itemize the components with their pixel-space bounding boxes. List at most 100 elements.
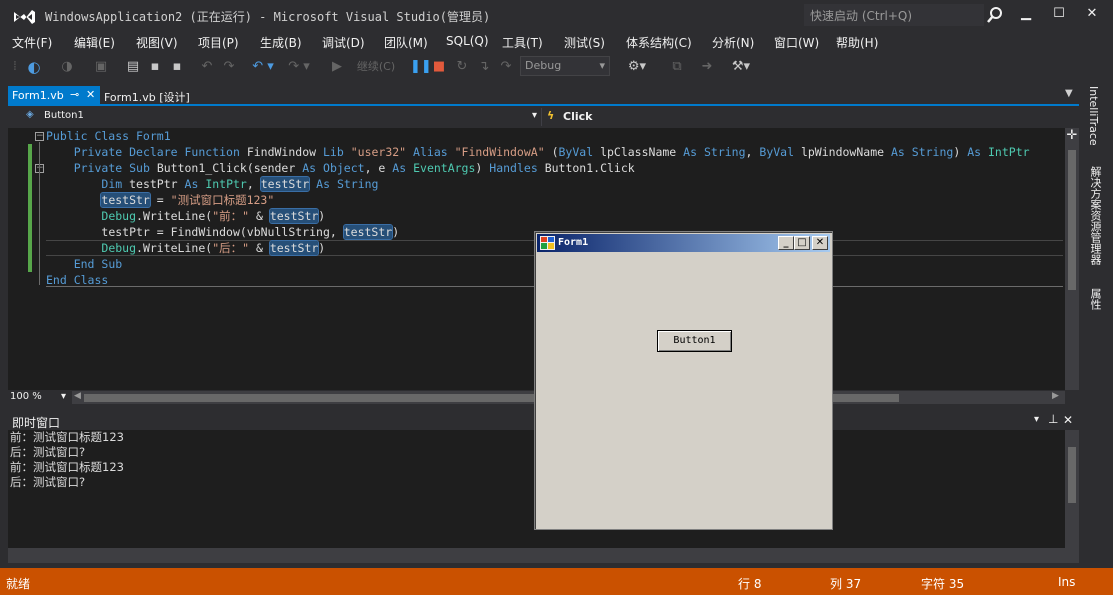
menu-analyze[interactable]: 分析(N) (712, 34, 754, 51)
code-line: testPtr = FindWindow(vbNullString, testS… (101, 224, 400, 240)
configuration-value: Debug (525, 59, 562, 72)
form1-maximize-button[interactable]: □ (794, 236, 810, 250)
tab-form1-design[interactable]: Form1.vb [设计] (104, 89, 190, 105)
status-text: 就绪 (6, 577, 31, 591)
maximize-button[interactable]: ☐ (1045, 4, 1073, 26)
menu-team[interactable]: 团队(M) (384, 34, 428, 51)
intellitrace-tab[interactable]: IntelliTrace (1087, 86, 1100, 146)
toolbar-options-icon[interactable]: ⚒▾ (728, 58, 754, 76)
attach-icon[interactable]: ⧉ (668, 58, 686, 76)
form-app-icon (540, 236, 555, 250)
outline-guide (39, 174, 40, 270)
object-value: Button1 (44, 110, 84, 121)
menu-file[interactable]: 文件(F) (12, 34, 52, 51)
code-line: Private Sub Button1_Click(sender As Obje… (73, 161, 635, 175)
form1-minimize-button[interactable]: _ (778, 236, 794, 250)
immediate-horizontal-scrollbar[interactable] (8, 548, 1079, 563)
open-file-icon[interactable]: ▤ (124, 58, 142, 76)
arrow-right-icon[interactable]: ➜ (698, 58, 716, 76)
menu-bar: 文件(F) 编辑(E) 视图(V) 项目(P) 生成(B) 调试(D) 团队(M… (0, 32, 1113, 52)
form1-button1[interactable]: Button1 (657, 330, 732, 352)
solution-configurations-icon[interactable]: ⚙▾ (624, 58, 650, 76)
cut-icon[interactable]: ↶ (198, 58, 216, 76)
object-dropdown[interactable]: ◈ Button1 ▾ (20, 108, 542, 126)
toolbar-grip-icon: ⁞ (12, 59, 18, 74)
code-line: End Class (46, 273, 109, 287)
immediate-window-title: 即时窗口 (12, 416, 61, 430)
code-line: Public Class Form1 (46, 129, 171, 143)
new-project-icon[interactable]: ▣ (90, 58, 112, 76)
tab-overflow-icon[interactable]: ▼ (1065, 88, 1073, 99)
menu-debug[interactable]: 调试(D) (322, 34, 365, 51)
pause-icon[interactable]: ❚❚ (410, 58, 432, 76)
step-into-icon[interactable]: ↴ (476, 58, 492, 76)
change-tracking-bar (28, 144, 32, 272)
visual-studio-logo-icon (14, 10, 35, 24)
close-tab-icon[interactable]: ✕ (86, 88, 95, 101)
undo-icon[interactable]: ↶ ▾ (250, 58, 276, 76)
scroll-right-icon[interactable]: ▶ (1052, 391, 1059, 401)
minimize-button[interactable]: ▁ (1012, 4, 1040, 26)
save-all-icon[interactable]: ▪ (168, 58, 186, 76)
code-line: Private Declare Function FindWindow Lib … (73, 145, 1030, 159)
collapse-icon[interactable]: − (35, 132, 44, 141)
pin-icon[interactable]: ⊸ (70, 88, 79, 101)
chevron-down-icon: ▾ (599, 59, 605, 72)
status-column: 列 37 (830, 577, 862, 591)
status-character: 字符 35 (921, 577, 965, 591)
tab-label: Form1.vb (12, 89, 64, 102)
quick-launch-input[interactable]: 快速启动 (Ctrl+Q) (804, 4, 984, 26)
menu-window[interactable]: 窗口(W) (774, 34, 819, 51)
navigate-back-icon[interactable]: ◐ (24, 58, 44, 76)
save-icon[interactable]: ▪ (146, 58, 164, 76)
menu-architecture[interactable]: 体系结构(C) (626, 34, 692, 51)
chevron-down-icon: ▾ (60, 391, 66, 402)
side-tool-panel (1081, 80, 1113, 568)
chevron-down-icon: ▾ (531, 110, 537, 121)
menu-sql[interactable]: SQL(Q) (446, 34, 489, 48)
zoom-select[interactable]: 100 % ▾ (8, 390, 70, 405)
stop-icon[interactable]: ■ (432, 58, 446, 76)
class-icon: ◈ (26, 109, 34, 120)
menu-test[interactable]: 测试(S) (564, 34, 605, 51)
restart-icon[interactable]: ↻ (454, 58, 470, 76)
scroll-left-icon[interactable]: ◀ (74, 391, 81, 401)
menu-edit[interactable]: 编辑(E) (74, 34, 115, 51)
menu-view[interactable]: 视图(V) (136, 34, 178, 51)
code-line: End Sub (73, 257, 123, 271)
properties-tab[interactable]: 属性 (1087, 288, 1103, 310)
immediate-scroll-thumb[interactable] (1068, 447, 1076, 503)
menu-tools[interactable]: 工具(T) (502, 34, 543, 51)
event-icon: ϟ (547, 109, 555, 122)
status-insert-mode: Ins (1058, 575, 1076, 589)
form1-close-button[interactable]: ✕ (812, 236, 828, 250)
solution-configuration-select[interactable]: Debug ▾ (520, 56, 610, 76)
solution-explorer-tab[interactable]: 解决方案资源管理器 (1087, 166, 1103, 265)
code-line: Debug.WriteLine("前：" & testStr) (101, 208, 326, 224)
window-title: WindowsApplication2 (正在运行) - Microsoft V… (45, 10, 491, 24)
close-button[interactable]: ✕ (1078, 4, 1106, 26)
continue-button[interactable]: 继续(C) (348, 58, 404, 76)
menu-build[interactable]: 生成(B) (260, 34, 302, 51)
pin-icon[interactable]: ⊥ (1048, 412, 1058, 426)
member-dropdown[interactable]: ϟ Click (543, 108, 1079, 126)
copy-icon[interactable]: ↷ (220, 58, 238, 76)
status-line: 行 8 (738, 577, 762, 591)
tab-form1-vb[interactable]: Form1.vb ⊸ ✕ (8, 86, 100, 105)
code-line: Dim testPtr As IntPtr, testStr As String (101, 176, 379, 192)
redo-icon[interactable]: ↷ ▾ (286, 58, 312, 76)
editor-vertical-scroll-thumb[interactable] (1068, 150, 1076, 290)
form1-caption: Form1 (558, 237, 589, 248)
continue-icon[interactable]: ▶ (330, 58, 344, 76)
menu-help[interactable]: 帮助(H) (836, 34, 878, 51)
window-options-icon[interactable]: ▾ (1034, 414, 1039, 425)
navigate-forward-icon[interactable]: ◑ (58, 58, 76, 76)
menu-project[interactable]: 项目(P) (198, 34, 239, 51)
immediate-output: 前：测试窗口标题123 后：测试窗口? 前：测试窗口标题123 后：测试窗口? (10, 430, 124, 489)
step-over-icon[interactable]: ↷ (498, 58, 514, 76)
split-editor-icon[interactable]: ✛ (1066, 129, 1078, 144)
close-icon[interactable]: ✕ (1063, 413, 1073, 427)
code-line: Debug.WriteLine("后：" & testStr) (101, 240, 326, 256)
member-value: Click (563, 110, 593, 123)
search-icon[interactable] (986, 6, 1004, 24)
